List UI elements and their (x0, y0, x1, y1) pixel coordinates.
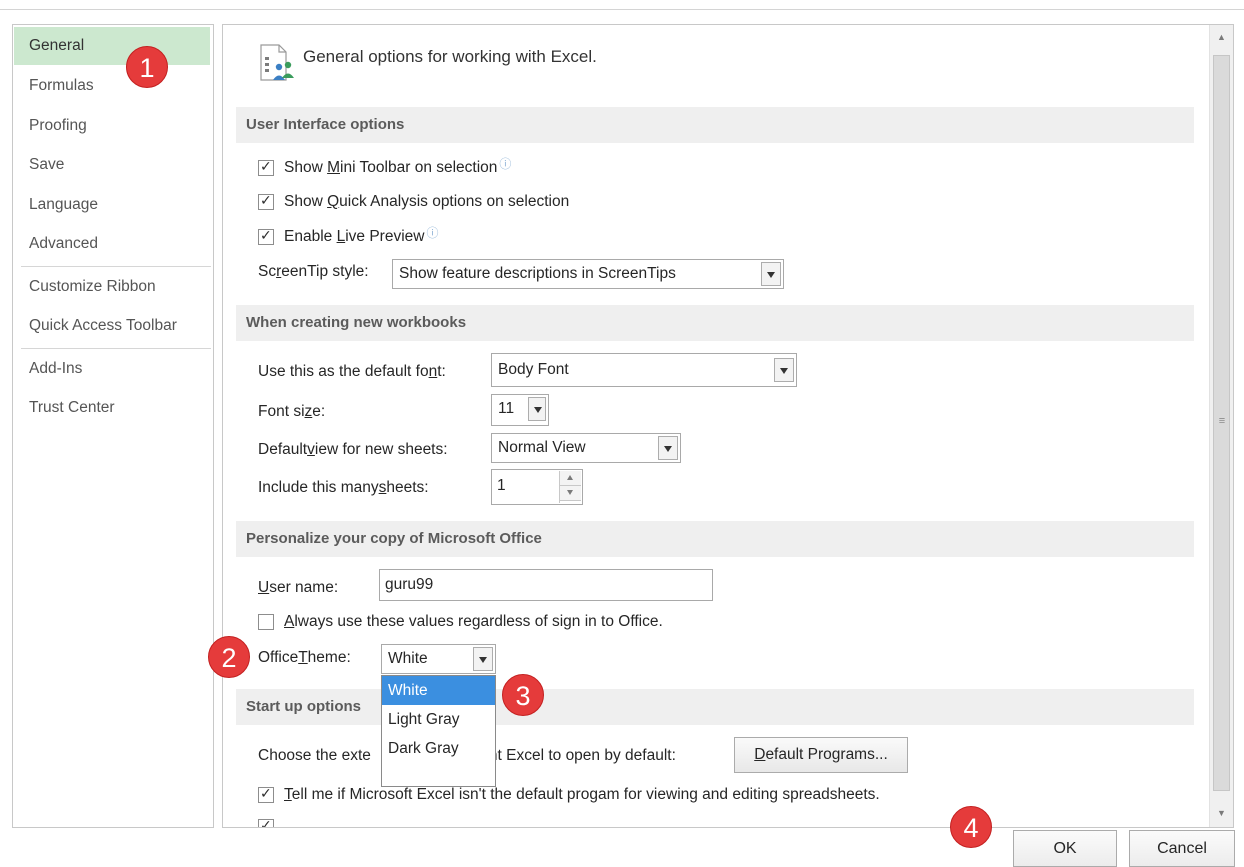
option-always-use-values: Always use these values regardless of si… (258, 613, 663, 631)
annotation-badge-3: 3 (502, 674, 544, 716)
ok-button[interactable]: OK (1013, 830, 1117, 867)
window-top-edge (0, 0, 1244, 10)
chevron-down-icon[interactable] (774, 358, 794, 382)
sidebar-item-add-ins[interactable]: Add-Ins (14, 350, 210, 388)
section-header-personalize: Personalize your copy of Microsoft Offic… (236, 521, 1194, 557)
screentip-style-label: Sc r eenTip style: (258, 263, 369, 280)
font-size-select[interactable]: 11 (491, 394, 549, 426)
font-size-label: Font si z e: (258, 403, 326, 420)
theme-option-white[interactable]: White (382, 676, 495, 705)
sidebar-item-proofing[interactable]: Proofing (14, 107, 210, 145)
mini-toolbar-label[interactable]: Show Mini Toolbar on selection (284, 159, 497, 177)
section-header-startup: Start up options (236, 689, 1194, 725)
sidebar-item-trust-center[interactable]: Trust Center (14, 389, 210, 427)
grip-icon: ≡ (1218, 415, 1226, 427)
chevron-down-icon[interactable] (761, 262, 781, 286)
default-programs-button[interactable]: Default Programs... (734, 737, 908, 773)
office-theme-select[interactable]: White (381, 644, 496, 674)
info-icon[interactable]: ⓘ (426, 224, 438, 241)
username-label: User name: (258, 579, 339, 596)
screentip-style-select[interactable]: Show feature descriptions in ScreenTips (392, 259, 784, 289)
sidebar-item-advanced[interactable]: Advanced (14, 225, 210, 263)
chevron-down-icon[interactable] (528, 397, 546, 421)
quick-analysis-label[interactable]: Show Quick Analysis options on selection (284, 193, 569, 211)
annotation-badge-4: 4 (950, 806, 992, 848)
general-options-icon (260, 44, 294, 81)
office-theme-dropdown: White Light Gray Dark Gray (381, 675, 496, 787)
option-quick-analysis: Show Quick Analysis options on selection (258, 192, 569, 211)
sheets-count-stepper[interactable]: 1 (491, 469, 583, 505)
section-header-workbooks: When creating new workbooks (236, 305, 1194, 341)
sidebar-item-quick-access-toolbar[interactable]: Quick Access Toolbar (14, 307, 210, 345)
always-use-values-checkbox[interactable] (258, 614, 274, 630)
theme-option-dark-gray[interactable]: Dark Gray (382, 734, 495, 763)
live-preview-label[interactable]: Enable Live Preview (284, 228, 424, 246)
annotation-badge-1: 1 (126, 46, 168, 88)
sidebar-item-general[interactable]: General (14, 27, 210, 65)
mini-toolbar-checkbox[interactable] (258, 158, 274, 176)
sidebar-divider (21, 348, 211, 349)
live-preview-checkbox[interactable] (258, 227, 274, 245)
scroll-thumb[interactable]: ≡ (1213, 55, 1230, 791)
content-scrollbar[interactable]: ▲ ≡ ▼ (1209, 25, 1233, 827)
username-input[interactable]: guru99 (379, 569, 713, 601)
scroll-down-icon[interactable]: ▼ (1210, 803, 1233, 823)
chevron-down-icon[interactable] (658, 436, 678, 460)
options-sidebar: General Formulas Proofing Save Language … (12, 24, 214, 828)
partially-hidden-option-row (258, 819, 738, 827)
default-font-label: Use this as the default fo n t: (258, 363, 446, 380)
default-font-select[interactable]: Body Font (491, 353, 797, 387)
partially-hidden-checkbox[interactable] (258, 819, 274, 827)
sidebar-item-formulas[interactable]: Formulas (14, 67, 210, 105)
sidebar-item-language[interactable]: Language (14, 186, 210, 224)
chevron-down-icon[interactable] (473, 647, 493, 671)
options-content-panel: General options for working with Excel. … (222, 24, 1234, 828)
always-use-values-label[interactable]: Always use these values regardless of si… (284, 613, 663, 631)
annotation-badge-2: 2 (208, 636, 250, 678)
theme-option-light-gray[interactable]: Light Gray (382, 705, 495, 734)
stepper-arrows[interactable] (559, 471, 581, 503)
cancel-button[interactable]: Cancel (1129, 830, 1235, 867)
sidebar-divider (21, 266, 211, 267)
option-tell-me-default: Tell me if Microsoft Excel isn't the def… (258, 785, 880, 804)
tell-me-default-checkbox[interactable] (258, 785, 274, 803)
option-mini-toolbar: Show Mini Toolbar on selection ⓘ (258, 157, 511, 177)
scroll-up-icon[interactable]: ▲ (1210, 27, 1233, 47)
option-live-preview: Enable Live Preview ⓘ (258, 226, 438, 246)
quick-analysis-checkbox[interactable] (258, 192, 274, 210)
section-header-ui: User Interface options (236, 107, 1194, 143)
sidebar-item-save[interactable]: Save (14, 146, 210, 184)
sidebar-item-customize-ribbon[interactable]: Customize Ribbon (14, 268, 210, 306)
info-icon[interactable]: ⓘ (499, 155, 511, 172)
stepper-down-icon[interactable] (560, 486, 581, 501)
sheets-count-label: Include this many s heets: (258, 479, 429, 496)
office-theme-label: Office Theme: (258, 649, 351, 666)
default-view-label: Default v iew for new sheets: (258, 441, 448, 458)
stepper-up-icon[interactable] (560, 471, 581, 486)
page-title: General options for working with Excel. (303, 47, 597, 66)
default-view-select[interactable]: Normal View (491, 433, 681, 463)
tell-me-default-label[interactable]: Tell me if Microsoft Excel isn't the def… (284, 786, 880, 804)
